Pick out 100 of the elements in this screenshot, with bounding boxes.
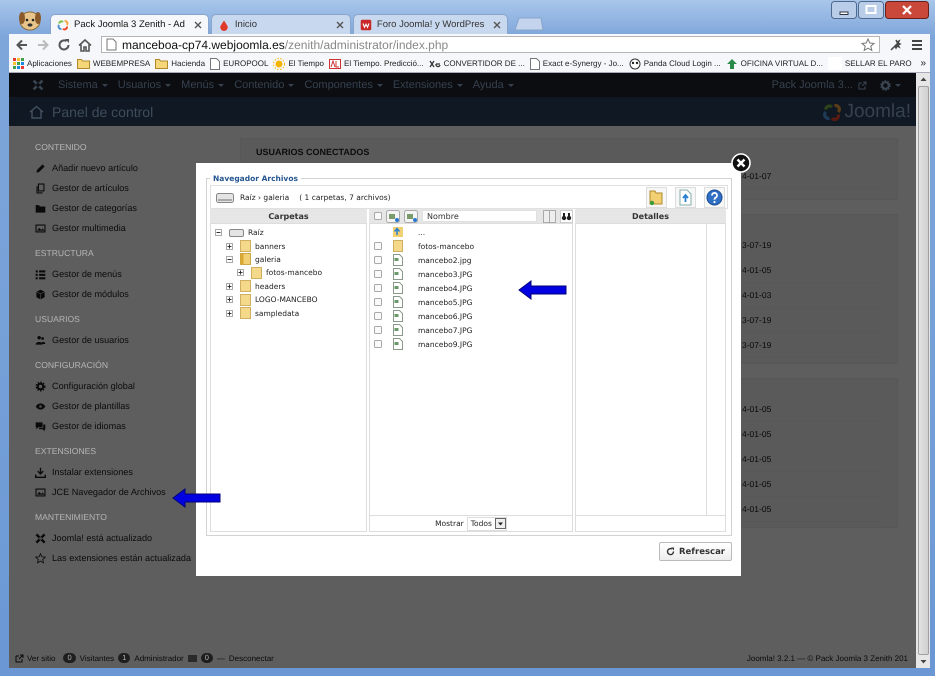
image-icon <box>35 222 46 234</box>
expand-icon[interactable] <box>226 296 233 304</box>
bookmark[interactable]: EUROPOOL <box>210 58 268 70</box>
joomla-logo-icon <box>35 532 46 544</box>
section-heading: MANTENIMIENTO <box>35 511 107 524</box>
caret-icon <box>288 84 294 86</box>
tree-icon <box>726 58 738 70</box>
star-icon[interactable] <box>861 38 875 52</box>
bookmark[interactable]: WEBEMPRESA <box>76 58 150 69</box>
expand-icon[interactable] <box>237 269 244 276</box>
caret-icon <box>218 84 224 86</box>
expand-icon[interactable] <box>226 310 233 317</box>
caret-icon <box>456 84 463 86</box>
site-favicon-icon <box>329 58 341 70</box>
image-file-icon <box>392 310 404 322</box>
image-file-icon <box>392 338 404 350</box>
reload-icon[interactable] <box>57 38 71 52</box>
date-text: 4-01-05 <box>742 265 772 275</box>
select-all-checkbox[interactable] <box>374 212 382 220</box>
section-heading: CONFIGURACIÓN <box>35 359 108 372</box>
section-heading: EXTENSIONES <box>35 445 96 458</box>
parent-folder-icon <box>392 226 404 238</box>
extension-icon[interactable] <box>889 38 903 52</box>
open-folder-icon <box>240 253 251 266</box>
file-checkbox[interactable] <box>374 242 382 250</box>
minimize-button[interactable] <box>831 1 857 19</box>
close-icon[interactable] <box>336 20 344 28</box>
collapse-icon[interactable] <box>215 229 222 236</box>
caret-icon <box>165 84 172 86</box>
copy-icon <box>35 182 46 194</box>
file-checkbox[interactable] <box>374 312 382 320</box>
external-link-icon <box>15 654 24 662</box>
browser-tab[interactable]: Foro Joomla! y WordPres <box>352 14 508 34</box>
date-text: 4-01-05 <box>742 429 772 439</box>
file-checkbox[interactable] <box>374 298 382 306</box>
folder-icon <box>240 240 251 252</box>
column-header: Detalles <box>575 209 726 223</box>
home-icon[interactable] <box>78 38 92 52</box>
page-icon <box>530 58 540 70</box>
expand-icon[interactable] <box>226 242 233 250</box>
expand-icon[interactable] <box>226 282 233 290</box>
file-checkbox[interactable] <box>374 256 382 264</box>
back-icon[interactable] <box>15 38 29 52</box>
view-thumbnails-icon[interactable] <box>404 210 418 222</box>
scrollbar[interactable] <box>916 73 930 668</box>
file-checkbox[interactable] <box>374 340 382 348</box>
bookmark[interactable]: Panda Cloud Login ... <box>628 58 721 70</box>
bookmark[interactable]: Aplicaciones <box>13 58 72 69</box>
date-text: 3-07-19 <box>742 240 772 250</box>
status-text: — <box>216 654 225 662</box>
drive-icon <box>216 191 234 203</box>
image-file-icon <box>392 268 404 280</box>
date-text: 4-01-07 <box>742 171 772 181</box>
apps-grid-icon <box>13 58 24 69</box>
maximize-button[interactable] <box>858 1 884 19</box>
mail-icon <box>188 654 197 662</box>
site-favicon-icon <box>360 18 372 30</box>
folder-icon <box>240 294 251 306</box>
browser-tab[interactable]: Inicio <box>210 14 351 34</box>
caret-icon <box>508 84 514 86</box>
image-file-icon <box>392 296 404 308</box>
bookmarks-overflow-button[interactable]: » <box>920 58 926 69</box>
date-text: 4-01-05 <box>742 454 772 464</box>
help-button[interactable] <box>704 186 725 208</box>
status-text: Visitantes <box>80 654 114 662</box>
address-bar[interactable]: manceboa-cp74.webjoomla.es/zenith/administrator/index.php <box>101 36 880 53</box>
name-column-header[interactable]: Nombre <box>422 210 537 222</box>
collapse-icon[interactable] <box>226 256 233 263</box>
card-title: USUARIOS CONECTADOS <box>256 146 370 159</box>
close-icon[interactable] <box>493 20 502 28</box>
cube-icon <box>35 288 46 300</box>
bookmark[interactable]: Hacienda <box>155 58 206 69</box>
eye-icon <box>35 400 46 412</box>
file-checkbox[interactable] <box>374 284 382 292</box>
bookmark[interactable]: El Tiempo. Predicció... <box>329 58 424 70</box>
close-button[interactable] <box>885 1 929 19</box>
copyright-text: Joomla! 3.2.1 — © Pack Joomla 3 Zenith 201 <box>746 654 908 662</box>
menu-icon[interactable] <box>910 38 924 52</box>
settings-icon <box>880 80 891 90</box>
new-folder-button[interactable] <box>646 186 667 208</box>
bookmark[interactable]: OFICINA VIRTUAL D... <box>726 58 823 70</box>
scrollbar-thumb[interactable] <box>918 86 928 655</box>
refresh-button[interactable]: Refrescar <box>659 542 732 561</box>
upload-button[interactable] <box>675 186 696 208</box>
bookmark[interactable]: CONVERTIDOR DE ... <box>428 58 525 70</box>
folder-icon <box>155 58 168 69</box>
bookmark[interactable]: El Tiempo <box>273 58 324 70</box>
file-checkbox[interactable] <box>374 270 382 278</box>
folder-icon <box>76 58 90 69</box>
view-details-icon[interactable] <box>386 210 400 222</box>
bookmark[interactable]: SELLAR EL PARO <box>828 57 912 70</box>
url-path: /zenith/administrator/index.php <box>284 38 448 52</box>
page-icon <box>210 58 220 70</box>
download-icon <box>35 466 46 478</box>
browser-tab[interactable]: Pack Joomla 3 Zenith - Ad <box>50 14 209 34</box>
close-icon[interactable] <box>194 20 202 28</box>
pointer-arrow <box>172 488 221 508</box>
bookmark[interactable]: Exact e-Synergy - Jo... <box>530 58 624 70</box>
file-checkbox[interactable] <box>374 326 382 334</box>
binoculars-icon[interactable] <box>560 210 573 222</box>
